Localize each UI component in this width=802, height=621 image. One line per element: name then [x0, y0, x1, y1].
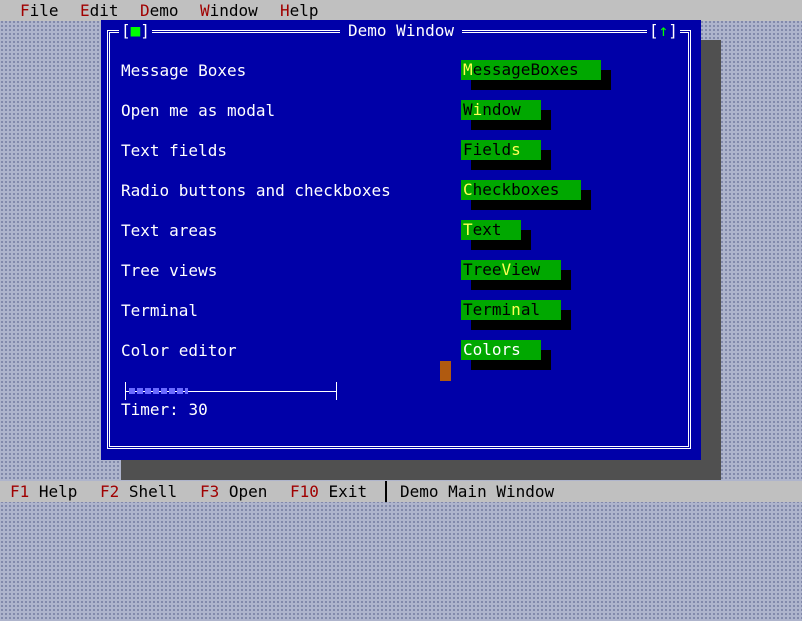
status-message: Demo Main Window [400, 482, 555, 501]
status-separator [385, 481, 387, 502]
text-cursor [440, 361, 451, 381]
label-radio-checkboxes: Radio buttons and checkboxes [121, 181, 391, 200]
window-button[interactable]: Window [461, 100, 541, 120]
text-button[interactable]: Text [461, 220, 521, 240]
progress-slider-fill [129, 388, 188, 394]
menu-demo[interactable]: Demo [140, 1, 179, 21]
label-terminal: Terminal [121, 301, 199, 320]
label-tree-views: Tree views [121, 261, 218, 280]
fields-button[interactable]: Fields [461, 140, 541, 160]
terminal-button[interactable]: Terminal [461, 300, 561, 320]
label-text-fields: Text fields [121, 141, 227, 160]
label-message-boxes: Message Boxes [121, 61, 247, 80]
treeview-button[interactable]: TreeView [461, 260, 561, 280]
status-bar: F1 Help F2 Shell F3 Open F10 Exit Demo M… [0, 481, 802, 502]
status-f1-help[interactable]: F1 Help [10, 482, 77, 502]
maximize-button[interactable]: [↑] [647, 21, 680, 41]
checkboxes-button[interactable]: Checkboxes [461, 180, 581, 200]
close-button[interactable]: [■] [119, 21, 152, 41]
timer-label: Timer: [121, 400, 179, 419]
status-f10-exit[interactable]: F10 Exit [290, 482, 367, 502]
menu-help[interactable]: Help [280, 1, 319, 21]
label-open-modal: Open me as modal [121, 101, 276, 120]
slider-right-cap [336, 382, 337, 400]
demo-window: Demo Window [■] [↑] Message Boxes Messag… [101, 20, 701, 460]
status-f3-open[interactable]: F3 Open [200, 482, 267, 502]
maximize-icon: ↑ [658, 21, 669, 40]
timer-display: Timer: 30 [121, 400, 208, 420]
window-title-bar[interactable]: Demo Window [101, 21, 701, 41]
messageboxes-button[interactable]: MessageBoxes [461, 60, 601, 80]
timer-value: 30 [188, 400, 208, 419]
menu-edit[interactable]: Edit [80, 1, 119, 21]
menu-file[interactable]: File [20, 1, 59, 21]
menu-window[interactable]: Window [200, 1, 258, 21]
menu-bar: File Edit Demo Window Help [0, 0, 802, 21]
status-f2-shell[interactable]: F2 Shell [100, 482, 177, 502]
label-text-areas: Text areas [121, 221, 218, 240]
window-title: Demo Window [340, 21, 462, 40]
close-icon: ■ [130, 21, 141, 40]
colors-button[interactable]: Colors [461, 340, 541, 360]
label-color-editor: Color editor [121, 341, 237, 360]
